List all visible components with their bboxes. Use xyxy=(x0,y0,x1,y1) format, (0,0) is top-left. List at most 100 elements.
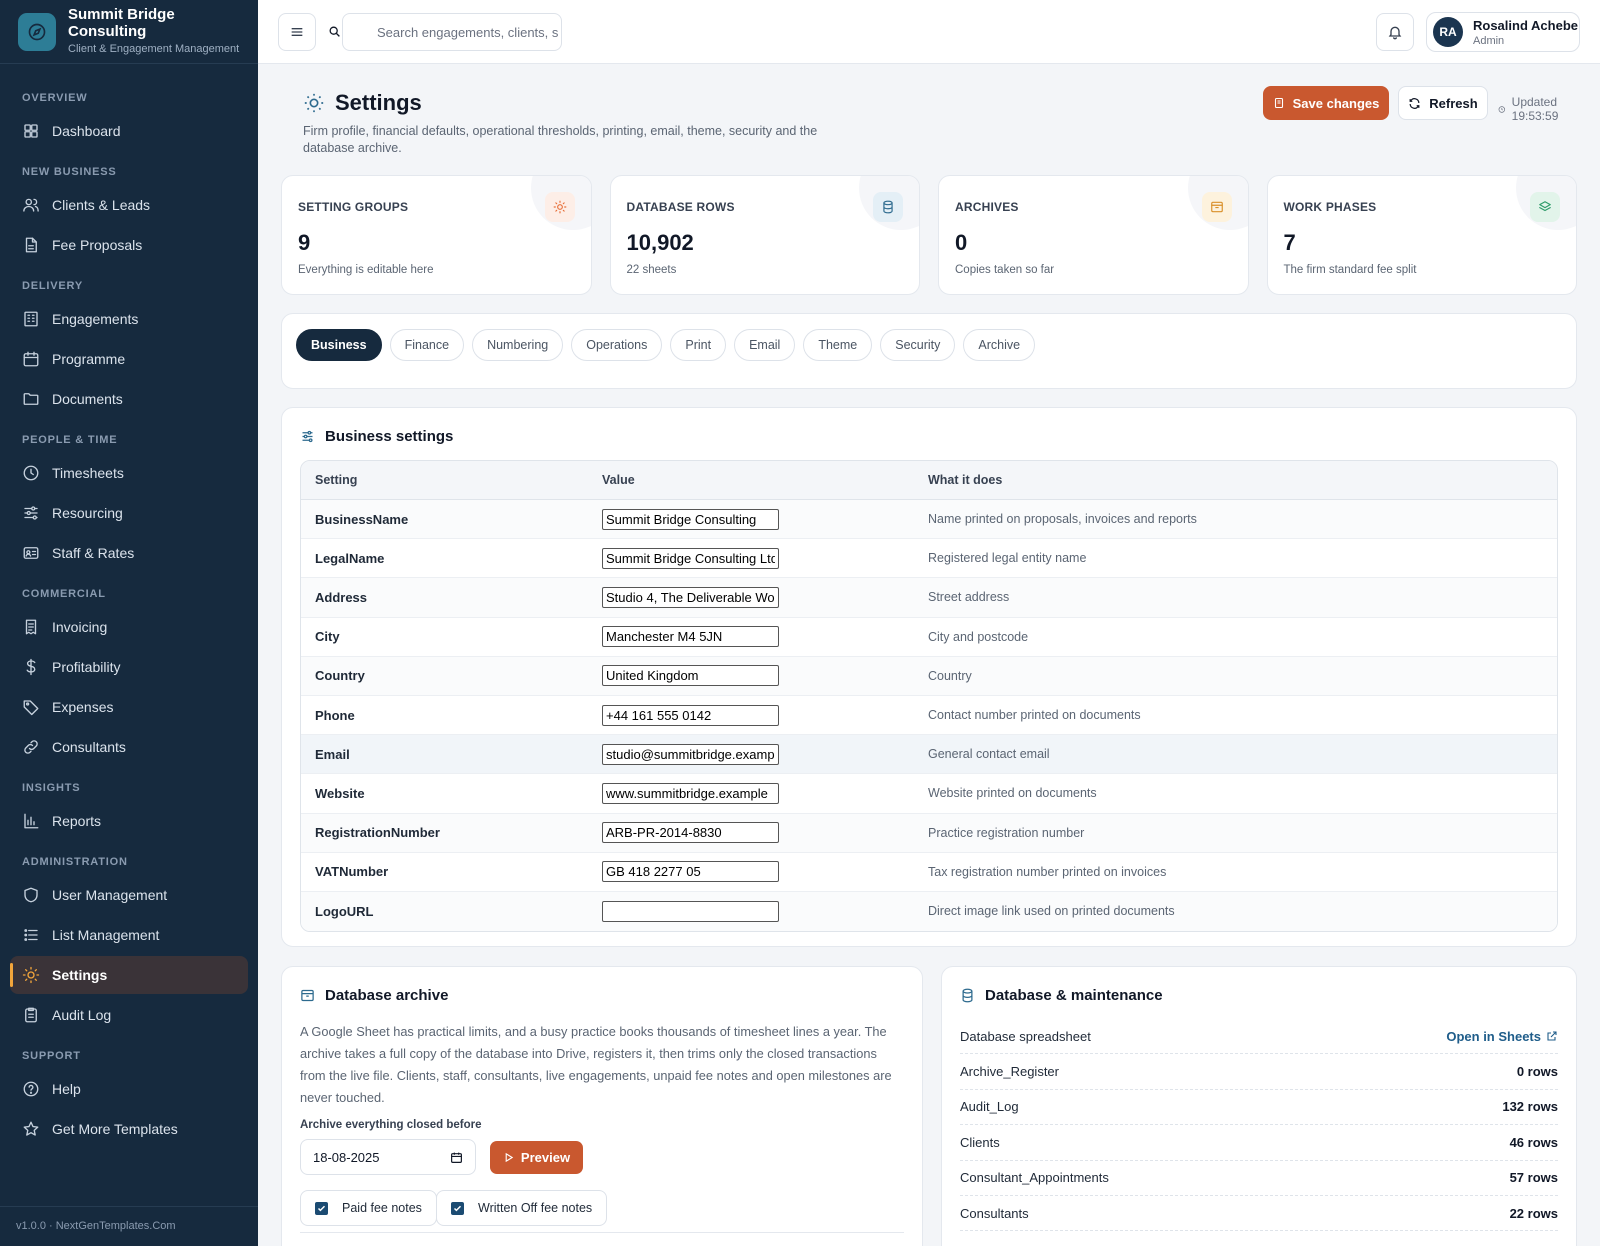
table-row: LegalName Registered legal entity name xyxy=(301,539,1557,579)
tab-business[interactable]: Business xyxy=(296,329,382,361)
sidebar-item-fee-proposals[interactable]: Fee Proposals xyxy=(10,226,248,264)
tab-operations[interactable]: Operations xyxy=(571,329,663,361)
sheet-row-count: 46 rows xyxy=(1509,1134,1558,1150)
stat-card-archives: ARCHIVES 0 Copies taken so far xyxy=(938,175,1249,295)
sidebar-item-profitability[interactable]: Profitability xyxy=(10,648,248,686)
setting-value-input-registrationnumber[interactable] xyxy=(602,822,779,844)
setting-value-input-website[interactable] xyxy=(602,782,779,804)
page-header: Settings Firm profile, financial default… xyxy=(281,64,1578,174)
list-icon xyxy=(22,926,40,944)
link-icon xyxy=(22,738,40,756)
header-setting: Setting xyxy=(315,473,358,487)
tab-numbering[interactable]: Numbering xyxy=(472,329,564,361)
database-row-clients: Clients 46 rows xyxy=(960,1125,1558,1161)
hamburger-icon xyxy=(291,28,303,36)
setting-value-input-city[interactable] xyxy=(602,626,779,648)
setting-value-input-phone[interactable] xyxy=(602,704,779,726)
menu-button[interactable] xyxy=(278,13,316,51)
table-row: RegistrationNumber Practice registration… xyxy=(301,813,1557,853)
setting-key: City xyxy=(315,629,340,645)
sidebar-item-get-more-templates[interactable]: Get More Templates xyxy=(10,1110,248,1148)
user-menu[interactable]: RA Rosalind Achebe Admin xyxy=(1426,12,1580,52)
brand-subtitle: Client & Engagement Management xyxy=(68,43,240,56)
sidebar-item-programme[interactable]: Programme xyxy=(10,340,248,378)
tab-theme[interactable]: Theme xyxy=(803,329,873,361)
brand-name: Summit Bridge Consulting xyxy=(68,6,175,40)
sidebar-item-dashboard[interactable]: Dashboard xyxy=(10,112,248,150)
database-row-consultants: Consultants 22 rows xyxy=(960,1196,1558,1232)
sidebar-item-consultants[interactable]: Consultants xyxy=(10,728,248,766)
sidebar-item-reports[interactable]: Reports xyxy=(10,802,248,840)
tab-archive[interactable]: Archive xyxy=(963,329,1036,361)
sidebar-item-label: Engagements xyxy=(52,311,139,327)
refresh-button[interactable]: Refresh xyxy=(1398,86,1488,120)
setting-key: Email xyxy=(315,746,350,762)
sidebar-item-resourcing[interactable]: Resourcing xyxy=(10,494,248,532)
sidebar-item-label: Consultants xyxy=(52,739,126,755)
setting-value-input-vatnumber[interactable] xyxy=(602,861,779,883)
sidebar-item-audit-log[interactable]: Audit Log xyxy=(10,996,248,1034)
setting-value-input-legalname[interactable] xyxy=(602,547,779,569)
sidebar-item-label: Settings xyxy=(52,967,108,983)
calendar-icon[interactable] xyxy=(450,1151,463,1164)
last-updated: Updated 19:53:59 xyxy=(1498,95,1578,123)
sidebar-item-documents[interactable]: Documents xyxy=(10,380,248,418)
preview-button[interactable]: Preview xyxy=(490,1141,583,1174)
setting-key: RegistrationNumber xyxy=(315,825,440,841)
search-input[interactable] xyxy=(342,13,562,51)
setting-key: Website xyxy=(315,785,365,801)
notifications-button[interactable] xyxy=(1376,13,1414,51)
open-in-sheets-link[interactable]: Open in Sheets xyxy=(1446,1029,1558,1044)
sidebar-item-settings[interactable]: Settings xyxy=(10,956,248,994)
setting-description: Country xyxy=(928,668,972,683)
external-link-icon xyxy=(1547,1031,1557,1041)
sidebar-item-label: Profitability xyxy=(52,659,121,675)
tab-finance[interactable]: Finance xyxy=(389,329,465,361)
archive-date-input[interactable]: 18-08-2025 xyxy=(300,1139,476,1175)
setting-value-input-country[interactable] xyxy=(602,665,779,687)
save-changes-button[interactable]: Save changes xyxy=(1263,86,1389,120)
setting-value-input-address[interactable] xyxy=(602,586,779,608)
sidebar-item-label: Get More Templates xyxy=(52,1121,178,1137)
sidebar-item-label: Reports xyxy=(52,813,102,829)
table-row: BusinessName Name printed on proposals, … xyxy=(301,500,1557,540)
stat-card-database-rows: DATABASE ROWS 10,902 22 sheets xyxy=(609,175,920,295)
paid-fee-notes-label: Paid fee notes xyxy=(342,1201,422,1215)
table-row: Phone Contact number printed on document… xyxy=(301,696,1557,736)
sidebar-item-list-management[interactable]: List Management xyxy=(10,916,248,954)
sidebar-item-clients-and-leads[interactable]: Clients & Leads xyxy=(10,186,248,224)
file-icon xyxy=(22,236,40,254)
setting-key: BusinessName xyxy=(315,511,409,527)
settings-tabs: Business Finance Numbering Operations Print E… xyxy=(281,313,1577,389)
written-off-fee-notes-checkbox[interactable]: Written Off fee notes xyxy=(436,1190,608,1226)
table-row: Email General contact email xyxy=(301,735,1557,775)
setting-description: Contact number printed on documents xyxy=(928,708,1141,723)
setting-key: Country xyxy=(315,668,365,684)
clock-icon xyxy=(1498,105,1506,113)
star-icon xyxy=(22,1120,40,1138)
tab-security[interactable]: Security xyxy=(880,329,956,361)
sidebar-item-engagements[interactable]: Engagements xyxy=(10,300,248,338)
sidebar-item-help[interactable]: Help xyxy=(10,1070,248,1108)
paid-fee-notes-checkbox[interactable]: Paid fee notes xyxy=(300,1190,437,1226)
tab-print[interactable]: Print xyxy=(670,329,727,361)
compass-icon xyxy=(18,12,56,51)
setting-key: VATNumber xyxy=(315,864,389,880)
setting-value-input-logourl[interactable] xyxy=(602,900,779,922)
sidebar-item-staff-and-rates[interactable]: Staff & Rates xyxy=(10,534,248,572)
bar-chart-icon xyxy=(22,812,40,830)
sidebar-item-expenses[interactable]: Expenses xyxy=(10,688,248,726)
sidebar-item-label: Expenses xyxy=(52,699,114,715)
written-off-fee-notes-label: Written Off fee notes xyxy=(478,1201,593,1215)
tab-email[interactable]: Email xyxy=(734,329,796,361)
save-changes-label: Save changes xyxy=(1292,95,1380,111)
sidebar-item-user-management[interactable]: User Management xyxy=(10,876,248,914)
stat-card-work-phases: WORK PHASES 7 The firm standard fee spli… xyxy=(1266,175,1577,295)
table-row: VATNumber Tax registration number printe… xyxy=(301,853,1557,892)
setting-value-input-email[interactable] xyxy=(602,743,779,765)
setting-value-input-businessname[interactable] xyxy=(602,508,779,530)
sidebar-item-timesheets[interactable]: Timesheets xyxy=(10,454,248,492)
sidebar-item-label: User Management xyxy=(52,887,168,903)
setting-description: Practice registration number xyxy=(928,825,1085,840)
sidebar-item-invoicing[interactable]: Invoicing xyxy=(10,608,248,646)
